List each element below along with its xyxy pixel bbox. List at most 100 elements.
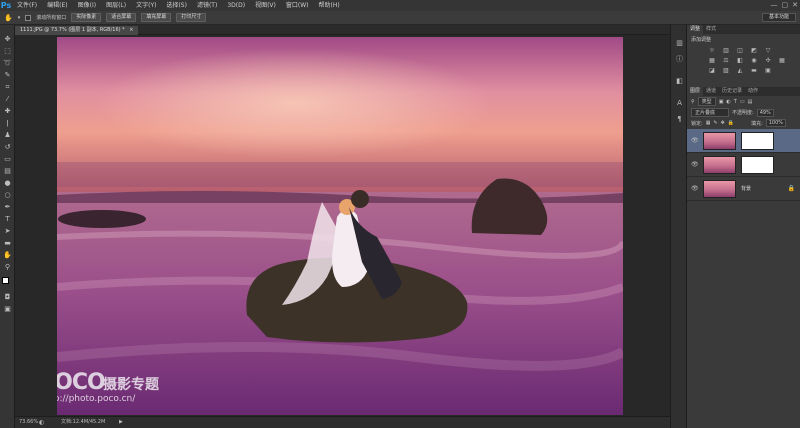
filter-adjust-icon[interactable]: ◐ (726, 99, 730, 105)
fit-screen-button[interactable]: 适合屏幕 (106, 13, 137, 22)
workspace-select[interactable]: 基本功能 (761, 13, 796, 22)
threshold-icon[interactable]: ◭ (735, 67, 745, 75)
color-balance-icon[interactable]: ⚖ (721, 57, 731, 65)
dodge-tool-icon[interactable]: ○ (2, 191, 13, 200)
scroll-all-checkbox[interactable] (25, 14, 32, 21)
menu-window[interactable]: 窗口(W) (281, 0, 314, 11)
gradient-tool-icon[interactable]: ▤ (2, 167, 13, 176)
fill-input[interactable]: 100% (765, 119, 787, 127)
tab-history[interactable]: 历史记录 (719, 87, 745, 96)
actual-pixels-button[interactable]: 实际像素 (71, 13, 102, 22)
menu-edit[interactable]: 编辑(E) (42, 0, 72, 11)
vibrance-icon[interactable]: ▽ (763, 47, 773, 55)
character-panel-icon[interactable]: A (674, 99, 685, 108)
photo-canvas[interactable]: POCO 摄影专题 http://photo.poco.cn/ (57, 37, 623, 415)
menu-filter[interactable]: 滤镜(T) (192, 0, 222, 11)
menu-3d[interactable]: 3D(D) (222, 0, 250, 11)
fill-screen-button[interactable]: 填充屏幕 (141, 13, 172, 22)
filter-smart-icon[interactable]: ▤ (748, 99, 753, 105)
tab-actions[interactable]: 动作 (745, 87, 761, 96)
layer-row[interactable]: 👁 背景 🔒 (687, 177, 800, 201)
lock-transparent-icon[interactable]: ▦ (706, 120, 711, 126)
color-panel-icon[interactable]: ◧ (674, 77, 685, 86)
brightness-icon[interactable]: ☼ (707, 47, 717, 55)
tab-adjustments[interactable]: 调整 (687, 25, 704, 34)
filter-pixel-icon[interactable]: ▣ (719, 99, 724, 105)
color-lookup-icon[interactable]: ▦ (777, 57, 787, 65)
paragraph-panel-icon[interactable]: ¶ (674, 115, 685, 124)
layer-mask-thumbnail[interactable] (741, 156, 774, 174)
eraser-tool-icon[interactable]: ▭ (2, 155, 13, 164)
eye-icon[interactable]: 👁 (691, 137, 699, 144)
exposure-icon[interactable]: ◩ (749, 47, 759, 55)
photo-filter-icon[interactable]: ◉ (749, 57, 759, 65)
history-panel-icon[interactable]: ▥ (674, 39, 685, 48)
foreground-color-swatch[interactable] (2, 277, 9, 284)
filter-type-icon[interactable]: T (734, 99, 737, 105)
clone-stamp-tool-icon[interactable]: ♟ (2, 131, 13, 140)
status-menu-arrow-icon[interactable]: ▶ (119, 417, 123, 428)
menu-image[interactable]: 图像(I) (73, 0, 101, 11)
menu-file[interactable]: 文件(F) (12, 0, 42, 11)
brush-tool-icon[interactable]: ǀ (2, 119, 13, 128)
maximize-button[interactable]: ▢ (782, 0, 789, 11)
channel-mixer-icon[interactable]: ✣ (763, 57, 773, 65)
watermark-title: 摄影专题 (103, 377, 159, 393)
path-select-tool-icon[interactable]: ➤ (2, 227, 13, 236)
blur-tool-icon[interactable]: ● (2, 179, 13, 188)
hue-saturation-icon[interactable]: ▦ (707, 57, 717, 65)
document-tab[interactable]: 1111.JPG @ 73.7% (图层 1 副本, RGB/16) * × (15, 26, 139, 35)
black-white-icon[interactable]: ◧ (735, 57, 745, 65)
lock-position-icon[interactable]: ✥ (721, 120, 725, 126)
tab-styles[interactable]: 样式 (703, 25, 719, 34)
filter-icon: ⚲ (691, 98, 695, 105)
lock-image-icon[interactable]: ✎ (713, 120, 717, 126)
close-button[interactable]: ✕ (792, 0, 798, 11)
tab-channels[interactable]: 通道 (703, 87, 719, 96)
menu-help[interactable]: 帮助(H) (314, 0, 345, 11)
eye-icon[interactable]: 👁 (691, 161, 699, 168)
crop-tool-icon[interactable]: ⌗ (2, 83, 13, 92)
menu-view[interactable]: 视图(V) (250, 0, 281, 11)
history-brush-tool-icon[interactable]: ↺ (2, 143, 13, 152)
invert-icon[interactable]: ◪ (707, 67, 717, 75)
tab-layers[interactable]: 图层 (687, 87, 704, 96)
zoom-level[interactable]: 73.66% (19, 417, 38, 428)
tool-preset-chevron-icon[interactable]: ▾ (18, 15, 21, 21)
layer-kind-select[interactable]: 类型 (697, 97, 716, 106)
layer-row[interactable]: 👁 (687, 129, 800, 153)
menu-type[interactable]: 文字(Y) (131, 0, 161, 11)
marquee-tool-icon[interactable]: ⬚ (2, 47, 13, 56)
blend-mode-select[interactable]: 正片叠底 (691, 108, 729, 117)
screen-mode-icon[interactable]: ▣ (2, 305, 13, 314)
opacity-input[interactable]: 49% (756, 108, 774, 117)
move-tool-icon[interactable]: ✥ (2, 35, 13, 44)
zoom-tool-icon[interactable]: ⚲ (2, 263, 13, 272)
quick-mask-icon[interactable]: ◘ (2, 293, 13, 302)
print-size-button[interactable]: 打印尺寸 (176, 13, 207, 22)
posterize-icon[interactable]: ▨ (721, 67, 731, 75)
info-panel-icon[interactable]: ⓘ (674, 55, 685, 64)
layer-mask-thumbnail[interactable] (741, 132, 774, 150)
lock-all-icon[interactable]: 🔒 (728, 120, 734, 126)
gradient-map-icon[interactable]: ▬ (749, 67, 759, 75)
hand-tool-icon[interactable]: ✋ (2, 251, 13, 260)
canvas-area[interactable]: POCO 摄影专题 http://photo.poco.cn/ (15, 35, 670, 416)
filter-shape-icon[interactable]: ▭ (740, 99, 745, 105)
menu-select[interactable]: 选择(S) (161, 0, 192, 11)
healing-brush-tool-icon[interactable]: ✚ (2, 107, 13, 116)
levels-icon[interactable]: ▥ (721, 47, 731, 55)
document-tab-close-icon[interactable]: × (129, 27, 133, 33)
lasso-tool-icon[interactable]: ➰ (2, 59, 13, 68)
curves-icon[interactable]: ◫ (735, 47, 745, 55)
menu-layer[interactable]: 图层(L) (101, 0, 131, 11)
selective-color-icon[interactable]: ▣ (763, 67, 773, 75)
eye-icon[interactable]: 👁 (691, 185, 699, 192)
shape-tool-icon[interactable]: ▬ (2, 239, 13, 248)
layer-row[interactable]: 👁 (687, 153, 800, 177)
type-tool-icon[interactable]: T (2, 215, 13, 224)
quick-select-tool-icon[interactable]: ✎ (2, 71, 13, 80)
eyedropper-tool-icon[interactable]: ⁄ (2, 95, 13, 104)
pen-tool-icon[interactable]: ✒ (2, 203, 13, 212)
minimize-button[interactable]: — (771, 0, 778, 11)
